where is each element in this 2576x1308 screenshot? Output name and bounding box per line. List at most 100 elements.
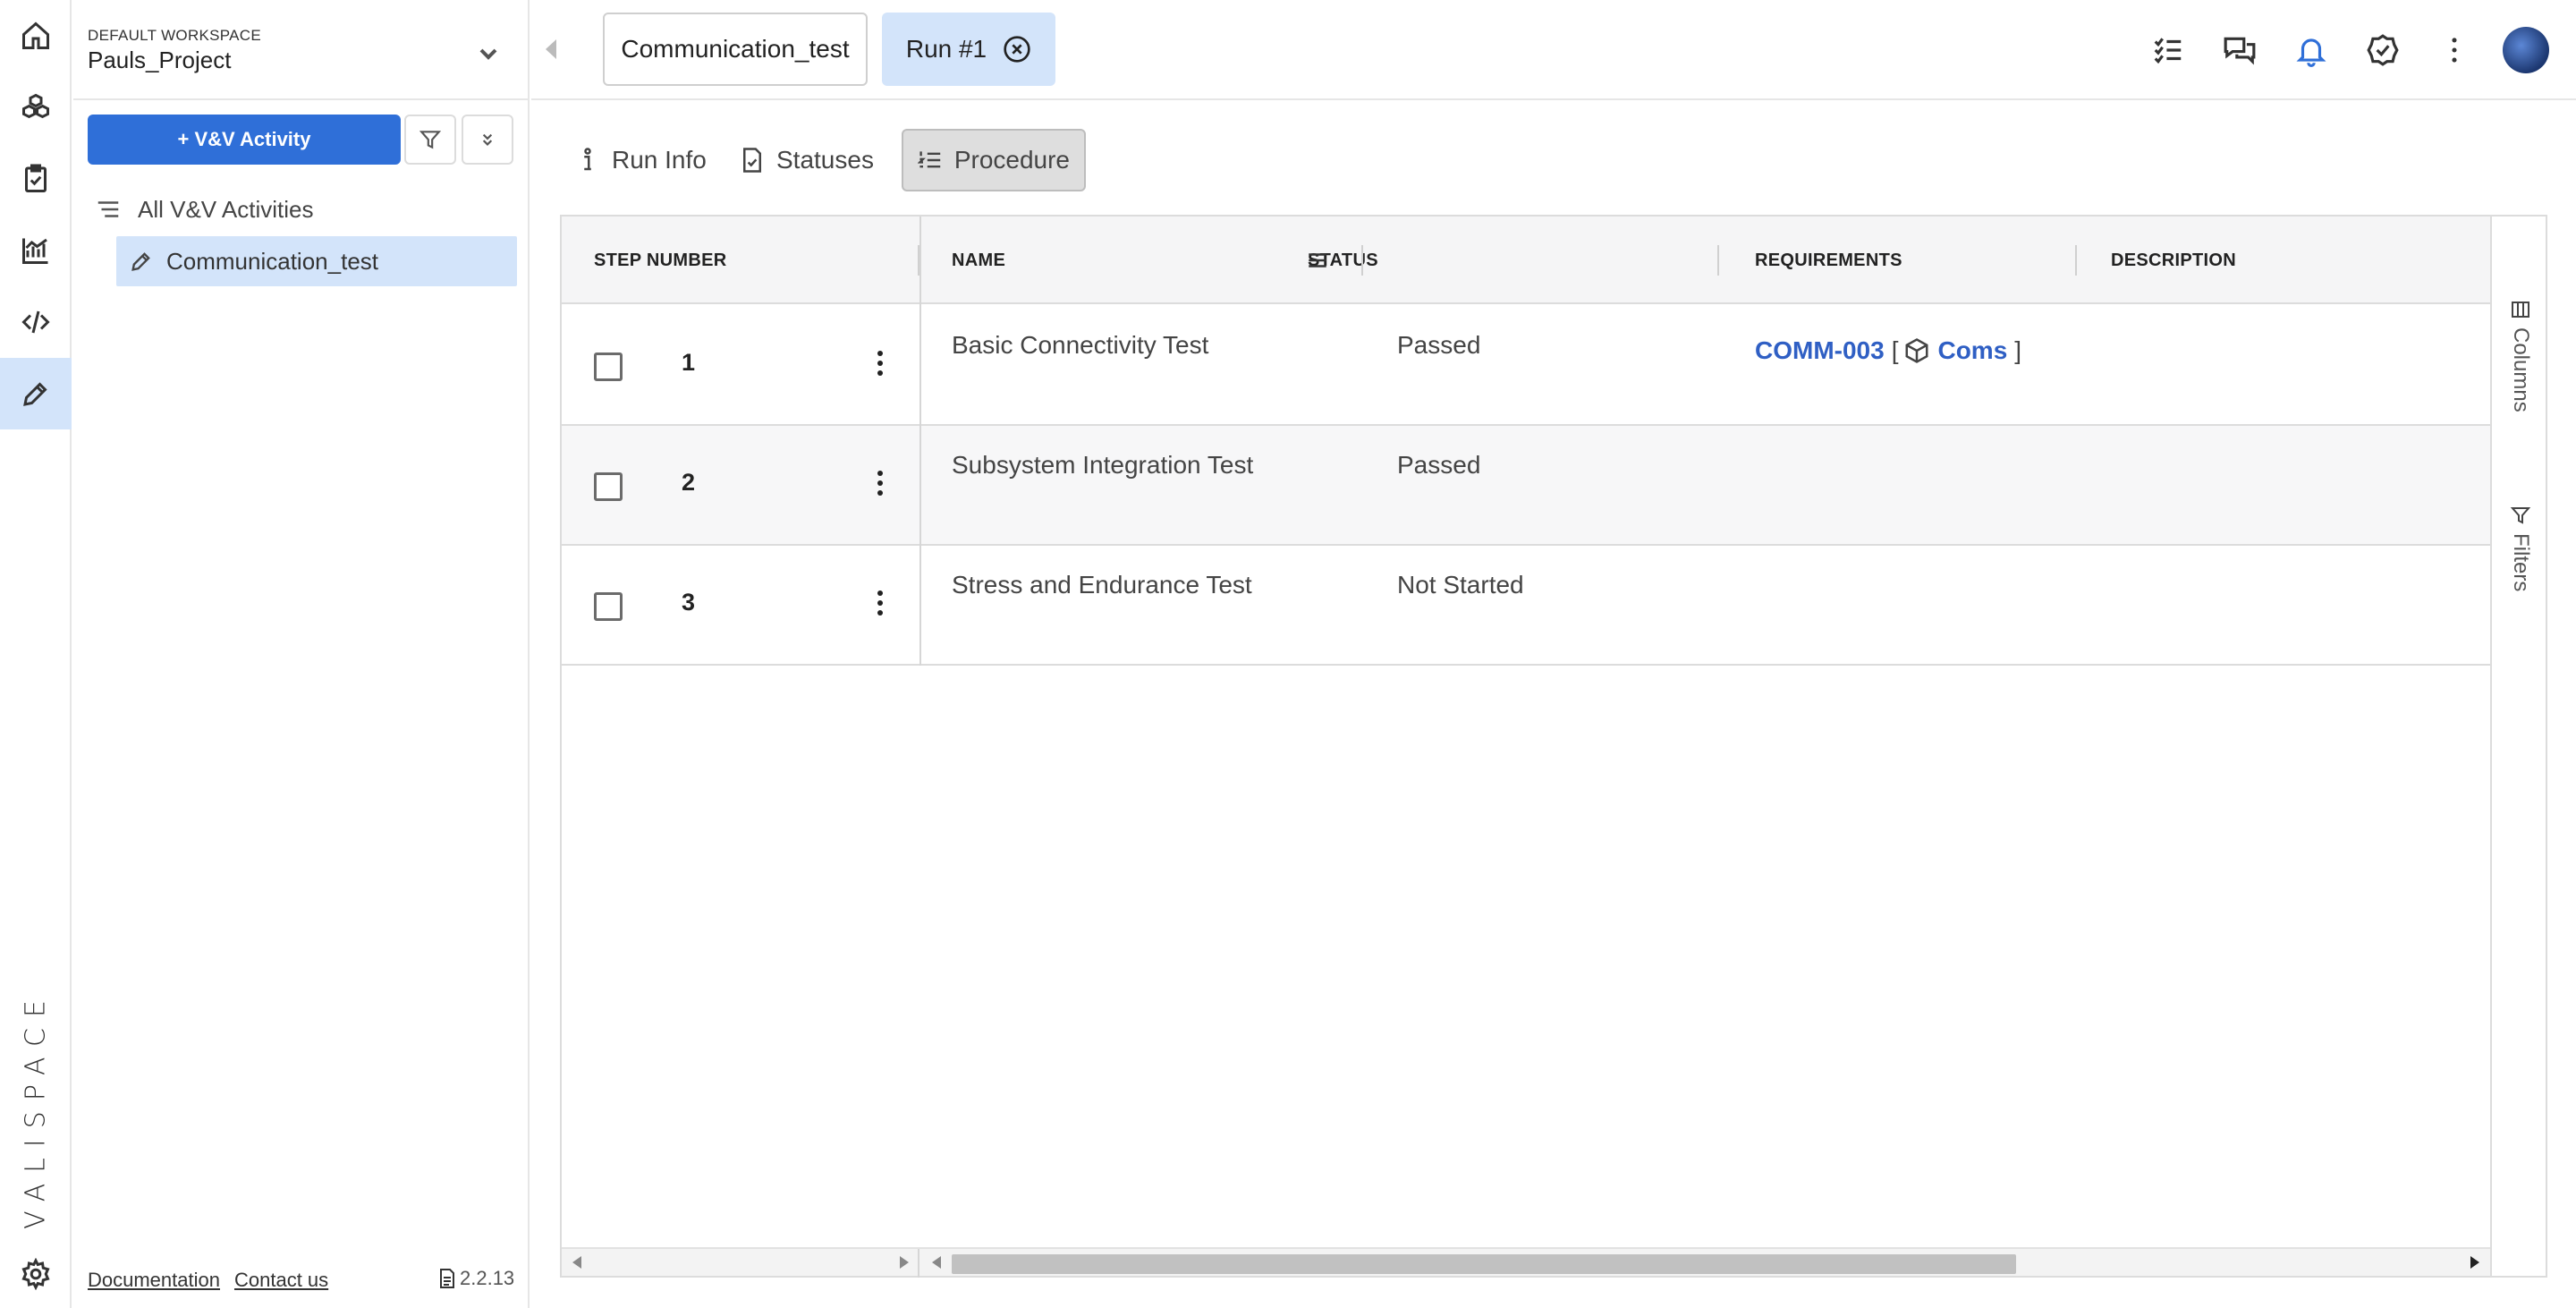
tree-all-label: All V&V Activities — [138, 195, 314, 223]
home-button[interactable] — [0, 0, 72, 72]
component-link[interactable]: Coms — [1937, 336, 2007, 365]
sidebar-footer: Documentation Contact us — [88, 1269, 343, 1292]
tab-communication-test[interactable]: Communication_test — [603, 13, 868, 86]
scroll-right-icon[interactable] — [900, 1256, 909, 1269]
user-avatar[interactable] — [2503, 27, 2549, 73]
notifications-button[interactable] — [2293, 32, 2329, 68]
subtab-run-info[interactable]: Run Info — [560, 129, 721, 191]
subtab-procedure[interactable]: Procedure — [902, 129, 1086, 191]
row-menu-button[interactable] — [875, 351, 886, 383]
subtab-statuses[interactable]: Statuses — [724, 129, 888, 191]
tasks-button[interactable] — [2150, 32, 2186, 68]
bracket-open: [ — [1891, 336, 1899, 364]
tree-item-communication-test[interactable]: Communication_test — [116, 236, 517, 286]
tab-label: Communication_test — [621, 35, 850, 63]
project-name[interactable]: Pauls_Project — [88, 47, 231, 74]
clipboard-check-icon — [25, 164, 47, 192]
pinned-column-divider — [919, 217, 921, 666]
scroll-right-icon[interactable] — [2470, 1256, 2479, 1269]
analytics-button[interactable] — [0, 215, 72, 286]
columns-label: Columns — [2509, 327, 2533, 412]
horizontal-scrollbar[interactable] — [562, 1247, 2490, 1278]
settings-button[interactable] — [0, 1238, 72, 1308]
pencil-ruler-icon — [23, 382, 47, 406]
version-info[interactable]: 2.2.13 — [438, 1267, 514, 1290]
project-dropdown[interactable] — [474, 39, 503, 68]
sidebar: DEFAULT WORKSPACE Pauls_Project + V&V Ac… — [73, 0, 530, 1308]
documentation-link[interactable]: Documentation — [88, 1269, 220, 1292]
scrollbar-thumb[interactable] — [952, 1254, 2016, 1274]
cubes-icon — [22, 93, 49, 119]
collapse-sidebar-button[interactable] — [540, 36, 562, 63]
numbered-list-icon — [918, 151, 941, 168]
tab-run-1[interactable]: Run #1 — [882, 13, 1055, 86]
step-name[interactable]: Subsystem Integration Test — [952, 451, 1253, 480]
filter-button[interactable] — [404, 115, 456, 165]
discussions-button[interactable] — [2222, 32, 2258, 68]
step-status[interactable]: Passed — [1397, 331, 1480, 360]
subtab-label: Run Info — [612, 146, 707, 174]
step-name[interactable]: Stress and Endurance Test — [952, 571, 1252, 599]
step-number: 3 — [682, 589, 696, 616]
chat-bubbles-icon — [2224, 37, 2256, 65]
row-checkbox[interactable] — [594, 352, 623, 381]
bracket-close: ] — [2014, 336, 2022, 364]
close-circle-icon[interactable] — [1003, 35, 1031, 64]
filters-label: Filters — [2509, 533, 2533, 592]
grid-side-panel: Columns Filters — [2490, 215, 2547, 1278]
badge-check-icon — [2367, 34, 2399, 66]
expand-all-button[interactable] — [462, 115, 513, 165]
contact-link[interactable]: Contact us — [234, 1269, 328, 1292]
step-number: 1 — [682, 349, 696, 376]
table-row[interactable]: 1 Basic Connectivity Test Passed COMM-00… — [562, 306, 2490, 426]
brand-logo: VALISPACE — [20, 989, 52, 1229]
filter-icon — [2510, 507, 2531, 524]
row-menu-button[interactable] — [875, 590, 886, 623]
add-vv-activity-button[interactable]: + V&V Activity — [88, 115, 401, 165]
header-requirements[interactable]: REQUIREMENTS — [1755, 217, 1902, 304]
gear-icon — [21, 1258, 50, 1290]
column-separator[interactable] — [2075, 245, 2077, 276]
procedure-grid: STEP NUMBER NAME STATUS REQUIREMENTS DES… — [560, 215, 2492, 1278]
filter-icon — [419, 131, 442, 149]
columns-panel-toggle[interactable]: Columns — [2508, 299, 2533, 412]
subtab-label: Procedure — [953, 146, 1070, 174]
home-icon — [22, 21, 49, 49]
bell-icon — [2296, 38, 2326, 67]
scroll-left-icon[interactable] — [572, 1256, 581, 1269]
columns-icon — [2512, 302, 2529, 318]
approvals-button[interactable] — [2365, 32, 2401, 68]
verification-button[interactable] — [0, 358, 72, 429]
subtab-label: Statuses — [776, 146, 874, 174]
row-checkbox[interactable] — [594, 472, 623, 501]
scroll-left-icon[interactable] — [932, 1256, 941, 1269]
table-row[interactable]: 2 Subsystem Integration Test Passed — [562, 426, 2490, 546]
step-status[interactable]: Passed — [1397, 451, 1480, 480]
checklist-icon — [2154, 38, 2182, 64]
grid-header: STEP NUMBER NAME STATUS REQUIREMENTS DES… — [562, 217, 2490, 304]
header-name[interactable]: NAME — [952, 217, 1005, 304]
clipboard-check-icon — [743, 148, 761, 173]
row-checkbox[interactable] — [594, 592, 623, 621]
more-menu-button[interactable] — [2436, 32, 2472, 68]
tree-item-label: Communication_test — [166, 247, 378, 275]
caret-left-icon — [546, 39, 556, 59]
step-status[interactable]: Not Started — [1397, 571, 1524, 599]
tree-all-activities[interactable]: All V&V Activities — [95, 191, 314, 227]
header-description[interactable]: DESCRIPTION — [2111, 217, 2236, 304]
list-icon — [97, 201, 119, 217]
scripting-button[interactable] — [0, 286, 72, 358]
version-number: 2.2.13 — [460, 1267, 515, 1289]
header-step-number[interactable]: STEP NUMBER — [594, 217, 727, 304]
filters-panel-toggle[interactable]: Filters — [2508, 505, 2533, 591]
column-separator[interactable] — [1717, 245, 1719, 276]
kebab-menu-icon — [2452, 38, 2457, 63]
table-row[interactable]: 3 Stress and Endurance Test Not Started — [562, 546, 2490, 666]
column-separator[interactable] — [1361, 245, 1363, 276]
requirements-button[interactable] — [0, 143, 72, 215]
requirement-link[interactable]: COMM-003 — [1755, 336, 1885, 365]
column-menu-icon[interactable] — [1306, 249, 1329, 272]
row-menu-button[interactable] — [875, 471, 886, 503]
components-button[interactable] — [0, 72, 72, 143]
step-name[interactable]: Basic Connectivity Test — [952, 331, 1208, 360]
